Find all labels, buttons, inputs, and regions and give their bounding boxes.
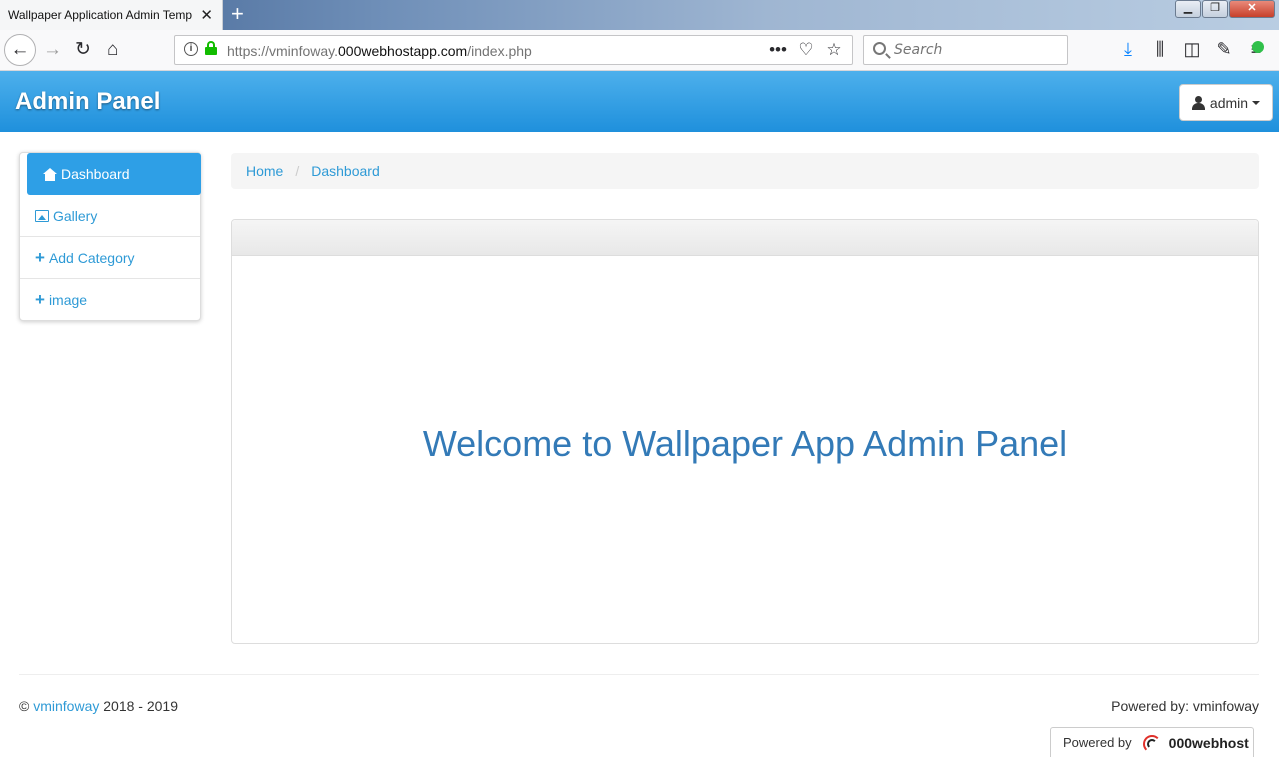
user-icon [1191,95,1205,110]
breadcrumb-separator: / [295,163,300,179]
brand-title[interactable]: Admin Panel [15,88,160,116]
app-header: Admin Panel admin [0,71,1279,132]
sidebar-toggle-icon[interactable]: ◫ [1176,38,1208,60]
breadcrumb-home[interactable]: Home [246,163,283,179]
bookmark-star-icon[interactable]: ☆ [820,39,848,61]
page-actions-icon[interactable]: ••• [764,39,792,61]
welcome-message: Welcome to Wallpaper App Admin Panel [422,423,1068,464]
user-label: admin [1209,94,1249,111]
reload-icon[interactable]: ↻ [75,39,91,61]
user-menu-button[interactable]: admin [1179,84,1273,121]
library-icon[interactable]: ⫼ [1144,38,1176,60]
badge-prefix: Powered by [1063,735,1132,750]
panel-heading [232,220,1258,256]
window-close-icon[interactable]: ✕ [1229,0,1275,18]
window-controls: ▁ ❐ ✕ [1174,0,1275,18]
copyright-symbol: © [19,698,30,714]
powered-by-text: Powered by: vminfoway [1111,698,1259,714]
minimize-icon[interactable]: ▁ [1175,0,1201,18]
sidebar-item-gallery[interactable]: Gallery [20,195,200,237]
new-tab-icon[interactable]: + [231,2,244,26]
url-path: /index.php [467,43,532,59]
plus-icon: + [35,247,45,267]
search-input[interactable] [894,42,1059,58]
copyright-years: 2018 - 2019 [103,698,178,714]
eyedropper-icon[interactable]: ✎ [1208,38,1240,60]
tab-close-icon[interactable]: ✕ [200,6,213,24]
host-badge[interactable]: Powered by 000webhost [1050,727,1254,757]
browser-tab[interactable]: Wallpaper Application Admin Temp ✕ [0,0,223,30]
url-domain: 000webhostapp.com [338,43,468,59]
sidebar-item-label: image [48,292,88,308]
picture-icon [35,209,49,222]
sidebar: Dashboard Gallery + Add Category + image [19,152,201,321]
badge-host-name: 000webhost [1168,734,1249,751]
search-bar[interactable] [863,35,1068,65]
site-info-icon[interactable]: i [184,42,198,56]
plus-icon: + [35,290,45,309]
sidebar-item-add-category[interactable]: + Add Category [20,237,200,279]
breadcrumb: Home / Dashboard [231,153,1259,189]
toolbar-right: ⤓ ⫼ ◫ ✎ ≡ [1112,38,1272,60]
sidebar-item-image[interactable]: + image [20,279,200,321]
url-prefix: https://vminfoway. [227,43,339,59]
breadcrumb-current[interactable]: Dashboard [311,163,380,179]
url-bar[interactable]: i https://vminfoway.000webhostapp.com/in… [174,35,853,65]
menu-icon[interactable]: ≡ [1240,38,1272,60]
url-actions: ••• ♡ ☆ [764,39,848,61]
000webhost-logo-icon [1141,733,1163,753]
sidebar-item-label: Dashboard [61,166,130,182]
footer-divider [19,674,1259,675]
browser-tab-bar: Wallpaper Application Admin Temp ✕ + ▁ ❐… [0,0,1279,30]
forward-icon[interactable]: → [43,39,62,61]
url-text[interactable]: https://vminfoway.000webhostapp.com/inde… [227,43,532,59]
search-icon [873,42,886,55]
pocket-icon[interactable]: ♡ [792,39,820,61]
home-icon [43,167,57,181]
sidebar-item-label: Gallery [53,207,98,224]
restore-icon[interactable]: ❐ [1202,0,1228,18]
download-icon[interactable]: ⤓ [1112,38,1144,60]
home-page-icon[interactable]: ⌂ [107,39,118,61]
company-link[interactable]: vminfoway [33,698,99,714]
back-icon[interactable]: ← [4,34,36,66]
update-badge-icon [1252,41,1264,53]
browser-toolbar: ← → ↻ ⌂ i https://vminfoway.000webhostap… [0,30,1279,71]
sidebar-item-dashboard[interactable]: Dashboard [27,153,201,195]
sidebar-item-label: Add Category [48,249,135,266]
caret-down-icon [1252,100,1261,105]
copyright: © vminfoway 2018 - 2019 [19,698,178,714]
lock-icon [205,41,217,55]
tab-title: Wallpaper Application Admin Temp [8,8,193,22]
dashboard-panel: Welcome to Wallpaper App Admin Panel [231,219,1259,644]
